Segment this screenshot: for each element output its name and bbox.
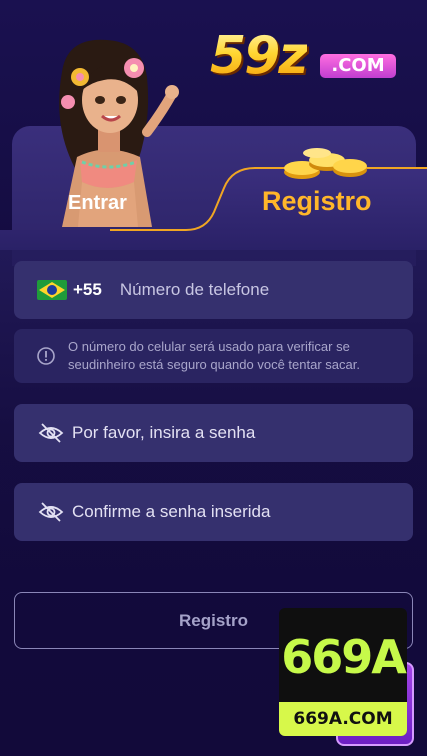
brazil-flag-icon — [37, 280, 67, 300]
password-field[interactable]: Por favor, insira a senha — [14, 404, 413, 462]
eye-off-icon[interactable] — [38, 422, 64, 444]
phone-hint-box: O número do celular será usado para veri… — [14, 329, 413, 383]
country-code[interactable]: +55 — [73, 280, 102, 300]
eye-off-icon[interactable] — [38, 501, 64, 523]
brand-logo: 59z .COM — [210, 28, 400, 88]
watermark-domain: 669A.COM — [279, 702, 407, 736]
confirm-password-field[interactable]: Confirme a senha inserida — [14, 483, 413, 541]
phone-input-placeholder[interactable]: Número de telefone — [120, 280, 269, 300]
info-circle-icon — [37, 347, 55, 365]
tab-register[interactable]: Registro — [262, 186, 372, 217]
phone-field[interactable]: +55 Número de telefone — [14, 261, 413, 319]
brand-logo-suffix: .COM — [320, 54, 396, 78]
brand-logo-number: 59z — [210, 26, 309, 86]
tab-login[interactable]: Entrar — [68, 192, 127, 215]
password-input-placeholder[interactable]: Por favor, insira a senha — [72, 423, 255, 443]
watermark-text: 669A — [281, 630, 407, 684]
phone-hint-text: O número do celular será usado para veri… — [68, 339, 360, 372]
confirm-password-input-placeholder[interactable]: Confirme a senha inserida — [72, 502, 270, 522]
watermark-logo: 669A 669A.COM — [279, 608, 407, 736]
register-page: 59z .COM Entrar Registro +55 Número de t… — [0, 0, 427, 756]
gold-coins-icon — [284, 148, 367, 179]
